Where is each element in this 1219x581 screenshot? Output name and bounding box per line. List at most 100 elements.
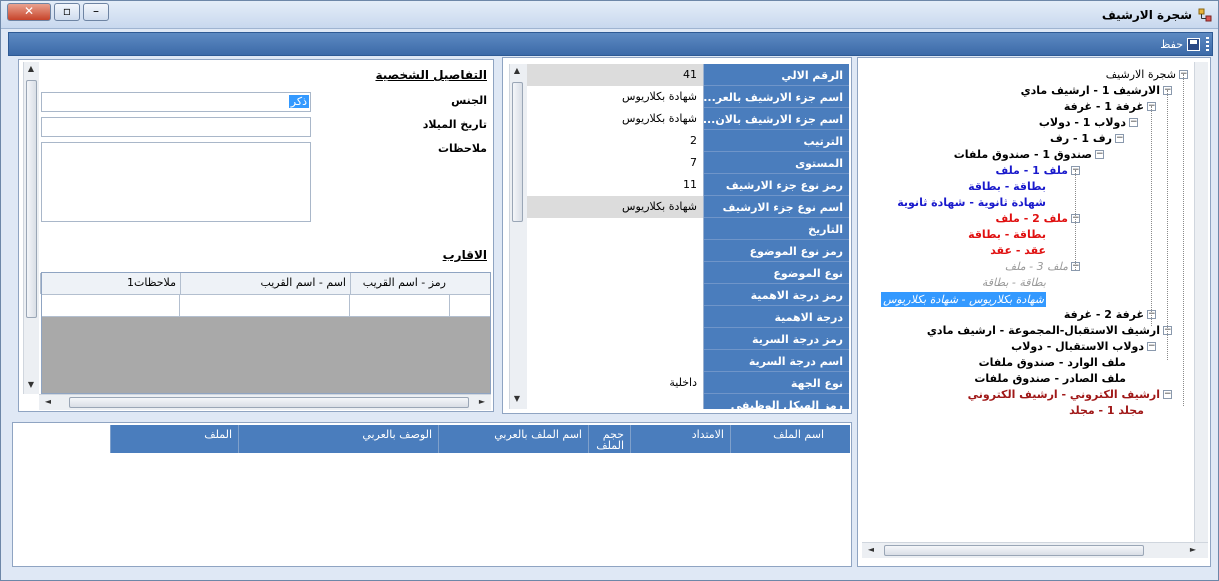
scroll-thumb[interactable]	[26, 80, 37, 318]
files-col-file[interactable]: الملف	[110, 425, 238, 453]
scroll-thumb[interactable]	[512, 82, 523, 222]
tree-collapse-toggle-icon[interactable]: −	[1095, 150, 1104, 159]
minimize-button[interactable]: –	[83, 3, 109, 21]
tree-node[interactable]: ملف الصادر - صندوق ملفات	[974, 372, 1126, 385]
property-row[interactable]: 2 الترتيب	[527, 130, 849, 152]
scroll-thumb-h[interactable]	[69, 397, 469, 408]
property-name: اسم جزء الارشيف بالعر...	[704, 86, 849, 108]
scroll-right-arrow-icon[interactable]: ►	[475, 397, 489, 406]
relatives-grid-header: رمز - اسم القريب اسم - اسم القريب ملاحظا…	[40, 273, 490, 295]
notes-field[interactable]	[41, 142, 311, 222]
property-row[interactable]: التاريخ	[527, 218, 849, 240]
property-value[interactable]: شهادة بكلاريوس	[527, 108, 704, 130]
property-row[interactable]: داخلية نوع الجهة	[527, 372, 849, 394]
tree-node[interactable]: ارشيف الاستقبال-المجموعة - ارشيف مادي	[927, 324, 1160, 337]
tree-node[interactable]: ارشيف الكتروني - ارشيف الكتروني	[968, 388, 1160, 401]
property-row[interactable]: رمز درجة الاهمية	[527, 284, 849, 306]
property-row[interactable]: درجة الاهمية	[527, 306, 849, 328]
scroll-down-arrow-icon[interactable]: ▼	[24, 380, 38, 389]
scroll-thumb-h[interactable]	[884, 545, 1144, 556]
property-value[interactable]	[527, 240, 704, 262]
relatives-new-row[interactable]	[42, 295, 490, 317]
tree-collapse-toggle-icon[interactable]: −	[1115, 134, 1124, 143]
property-value[interactable]	[527, 394, 704, 409]
property-row[interactable]: رمز الهيكل الوظيفي	[527, 394, 849, 409]
tree-collapse-toggle-icon[interactable]: −	[1147, 342, 1156, 351]
scroll-left-arrow-icon[interactable]: ◄	[864, 545, 878, 554]
property-value[interactable]	[527, 262, 704, 284]
tree-node[interactable]: بطاقة - بطاقة	[982, 276, 1046, 289]
relatives-col-notes[interactable]: ملاحظات1	[40, 273, 180, 294]
tree-node[interactable]: صندوق 1 - صندوق ملفات	[954, 148, 1092, 161]
property-row[interactable]: 11 رمز نوع جزء الارشيف	[527, 174, 849, 196]
tree-node[interactable]: عقد - عقد	[990, 244, 1046, 257]
scroll-right-arrow-icon[interactable]: ►	[1186, 545, 1200, 554]
property-value[interactable]: 41	[527, 64, 704, 86]
toolbar-grip-icon[interactable]	[1206, 37, 1209, 51]
property-value[interactable]	[527, 218, 704, 240]
tree-node[interactable]: الارشيف 1 - ارشيف مادي	[1021, 84, 1160, 97]
tree-node[interactable]: بطاقة - بطاقة	[968, 228, 1046, 241]
property-row[interactable]: شهادة بكلاريوس اسم نوع جزء الارشيف	[527, 196, 849, 218]
property-value[interactable]: 7	[527, 152, 704, 174]
property-row[interactable]: شهادة بكلاريوس اسم جزء الارشيف بالعر...	[527, 86, 849, 108]
tree-node[interactable]: غرفة 2 - غرفة	[1064, 308, 1144, 321]
property-value[interactable]: شهادة بكلاريوس	[527, 86, 704, 108]
files-col-filename[interactable]: اسم الملف	[730, 425, 830, 453]
tree-collapse-toggle-icon[interactable]: −	[1129, 118, 1138, 127]
tree-node[interactable]: ملف 3 - ملف	[1005, 260, 1068, 273]
files-col-size[interactable]: حجم الملف	[588, 425, 630, 453]
tree-node[interactable]: شجرة الارشيف	[1106, 68, 1176, 81]
files-col-extension[interactable]: الامتداد	[630, 425, 730, 453]
property-row[interactable]: اسم درجة السرية	[527, 350, 849, 372]
maximize-button[interactable]: ▫	[54, 3, 80, 21]
tree-node[interactable]: بطاقة - بطاقة	[968, 180, 1046, 193]
property-row[interactable]: رمز نوع الموضوع	[527, 240, 849, 262]
property-value[interactable]	[527, 328, 704, 350]
scroll-up-arrow-icon[interactable]: ▲	[510, 66, 524, 75]
tree-horizontal-scrollbar[interactable]: ◄ ►	[862, 542, 1208, 558]
tree-vertical-scrollbar[interactable]	[1194, 62, 1208, 542]
property-value[interactable]	[527, 306, 704, 328]
relatives-col-name[interactable]: اسم - اسم القريب	[180, 273, 350, 294]
property-row[interactable]: شهادة بكلاريوس اسم جزء الارشيف بالان...	[527, 108, 849, 130]
scroll-down-arrow-icon[interactable]: ▼	[510, 394, 524, 403]
birthdate-field[interactable]	[41, 117, 311, 137]
property-grid[interactable]: 41 الرقم الالي شهادة بكلاريوس اسم جزء الارش…	[527, 64, 849, 409]
tree-collapse-toggle-icon[interactable]: −	[1163, 390, 1172, 399]
property-value[interactable]	[527, 350, 704, 372]
save-button[interactable]: حفظ	[1160, 36, 1200, 53]
scroll-left-arrow-icon[interactable]: ◄	[41, 397, 55, 406]
gender-field[interactable]: ذكر	[41, 92, 311, 112]
tree-node[interactable]: رف 1 - رف	[1050, 132, 1112, 145]
property-row[interactable]: نوع الموضوع	[527, 262, 849, 284]
tree-node[interactable]: ملف 2 - ملف	[995, 212, 1068, 225]
property-row[interactable]: 41 الرقم الالي	[527, 64, 849, 86]
files-col-arabic-name[interactable]: اسم الملف بالعربي	[438, 425, 588, 453]
relatives-grid[interactable]: رمز - اسم القريب اسم - اسم القريب ملاحظا…	[40, 272, 491, 394]
close-button[interactable]: ✕	[7, 3, 51, 21]
tree-node[interactable]: ملف الوارد - صندوق ملفات	[979, 356, 1126, 369]
property-value[interactable]: داخلية	[527, 372, 704, 394]
tree-node[interactable]: دولاب الاستقبال - دولاب	[1011, 340, 1144, 353]
tree-node[interactable]: شهادة ثانوية - شهادة ثانوية	[897, 196, 1046, 209]
personal-vertical-scrollbar[interactable]: ▲ ▼	[23, 62, 39, 394]
properties-vertical-scrollbar[interactable]: ▲ ▼	[509, 64, 527, 409]
tree-node[interactable]: شهادة بكلاريوس - شهادة بكلاريوس	[881, 292, 1046, 307]
tree-node[interactable]: مجلد 1 - مجلد	[1069, 404, 1144, 417]
archive-tree[interactable]: شجرة الارشيف الارشيف 1 - ارشيف مادي غرفة 1…	[862, 62, 1196, 542]
relatives-col-code[interactable]: رمز - اسم القريب	[350, 273, 450, 294]
tree-node[interactable]: دولاب 1 - دولاب	[1039, 116, 1126, 129]
personal-horizontal-scrollbar[interactable]: ◄ ►	[39, 394, 491, 410]
scroll-up-arrow-icon[interactable]: ▲	[24, 64, 38, 73]
files-col-arabic-desc[interactable]: الوصف بالعربي	[238, 425, 438, 453]
property-value[interactable]	[527, 284, 704, 306]
property-value[interactable]: شهادة بكلاريوس	[527, 196, 704, 218]
property-row[interactable]: 7 المستوى	[527, 152, 849, 174]
property-value[interactable]: 11	[527, 174, 704, 196]
tree-node[interactable]: غرفة 1 - غرفة	[1064, 100, 1144, 113]
property-row[interactable]: رمز درجة السرية	[527, 328, 849, 350]
property-value[interactable]: 2	[527, 130, 704, 152]
tree-node[interactable]: ملف 1 - ملف	[995, 164, 1068, 177]
property-name: رمز درجة السرية	[704, 328, 849, 350]
